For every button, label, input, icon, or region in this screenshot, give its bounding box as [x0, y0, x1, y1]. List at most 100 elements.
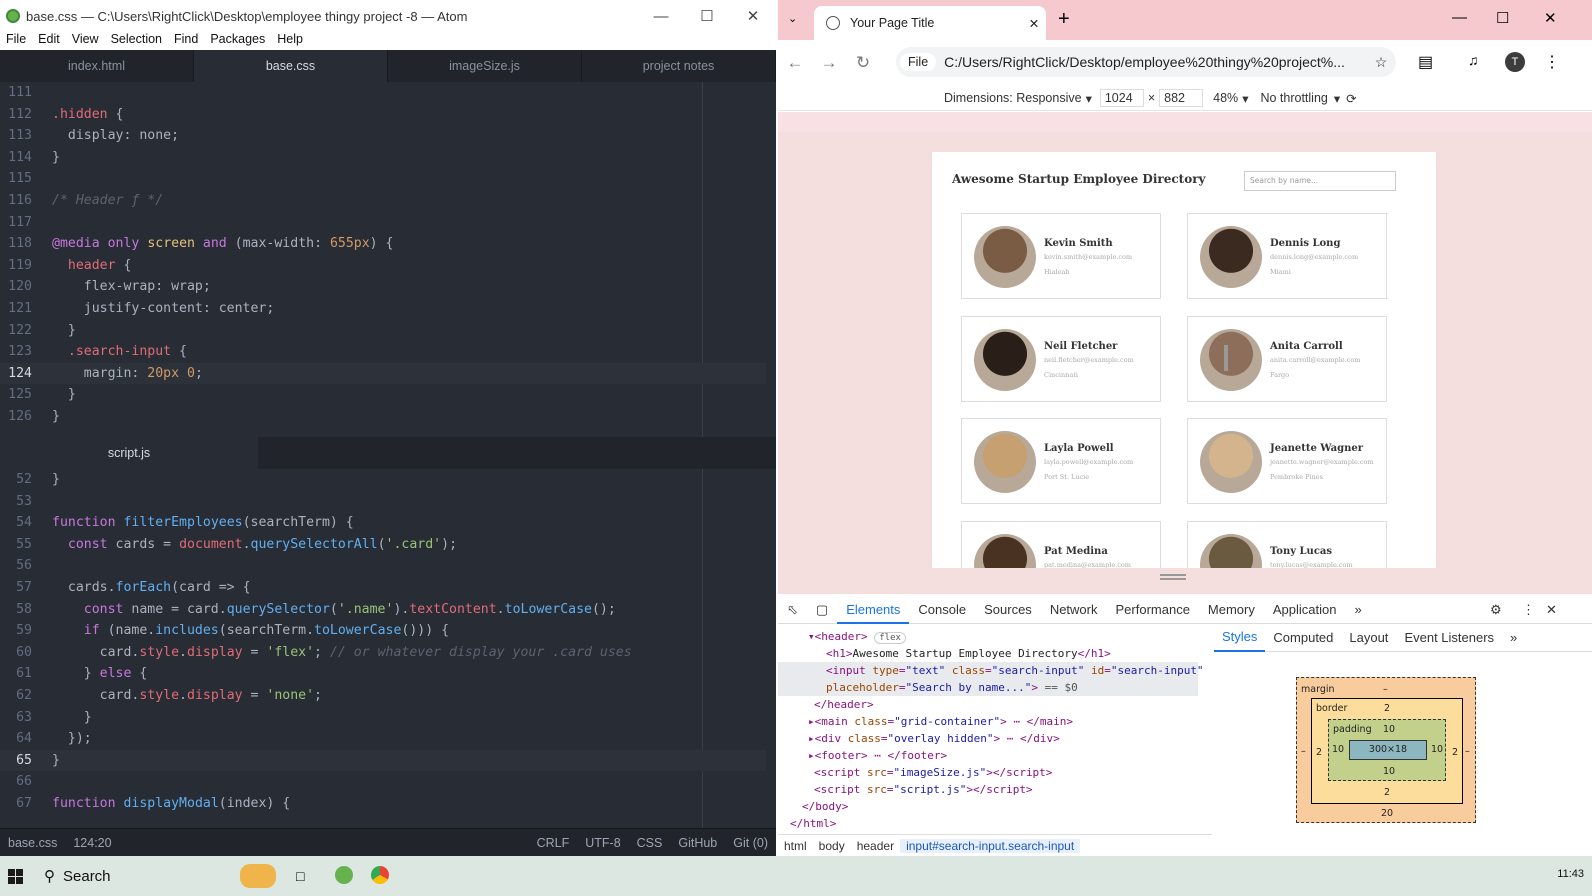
line-number[interactable]: 118	[0, 233, 40, 255]
dom-node-script-1[interactable]: <script src="imageSize.js"></script>	[814, 764, 1052, 781]
maximize-icon[interactable]: ☐	[1496, 9, 1509, 27]
more-tabs-icon[interactable]: »	[1345, 602, 1370, 617]
line-number[interactable]: 56	[0, 555, 40, 577]
status-grammar[interactable]: CSS	[629, 836, 671, 850]
code-line[interactable]: .hidden {	[52, 104, 123, 126]
employee-card[interactable]: Dennis Long dennis.long@example.com Miami	[1187, 213, 1387, 299]
status-file[interactable]: base.css	[0, 836, 65, 850]
code-line[interactable]: }	[52, 320, 76, 342]
border-bottom-value[interactable]: 2	[1384, 787, 1390, 798]
dom-node-main[interactable]: ▸<main class="grid-container"> ⋯ </main>	[808, 713, 1073, 730]
code-line[interactable]: @media only screen and (max-width: 655px…	[52, 233, 393, 255]
media-icon[interactable]: ♫	[1468, 52, 1479, 68]
code-line[interactable]: const cards = document.querySelectorAll(…	[52, 534, 457, 556]
url-text[interactable]: C:/Users/RightClick/Desktop/employee%20t…	[944, 54, 1366, 70]
tab-memory[interactable]: Memory	[1199, 602, 1264, 617]
tab-computed[interactable]: Computed	[1265, 630, 1341, 645]
viewport-resize-handle[interactable]	[1224, 345, 1228, 371]
crumb-header[interactable]: header	[851, 839, 900, 853]
padding-bottom-value[interactable]: 10	[1383, 766, 1395, 777]
margin-bottom-value[interactable]: 20	[1381, 808, 1393, 819]
crumb-input[interactable]: input#search-input.search-input	[900, 838, 1081, 853]
dom-node-h1[interactable]: <h1>Awesome Startup Employee Directory</…	[826, 645, 1111, 662]
tab-search-icon[interactable]: ⌄	[788, 12, 797, 25]
tab-event-listeners[interactable]: Event Listeners	[1396, 630, 1502, 645]
dom-node-overlay[interactable]: ▸<div class="overlay hidden"> ⋯ </div>	[808, 730, 1060, 747]
dom-node-header-close[interactable]: </header>	[814, 696, 874, 713]
line-number[interactable]: 119	[0, 255, 40, 277]
border-right-value[interactable]: 2	[1452, 747, 1458, 758]
code-line[interactable]: .search-input {	[52, 341, 187, 363]
line-number[interactable]: 67	[0, 793, 40, 815]
line-number[interactable]: 125	[0, 384, 40, 406]
url-chip[interactable]: File	[900, 53, 937, 71]
padding-left-value[interactable]: 10	[1332, 744, 1344, 755]
dom-node-script-2[interactable]: <script src="script.js"></script>	[814, 781, 1033, 798]
page-search-input[interactable]: Search by name...	[1244, 171, 1396, 191]
tab-close-icon[interactable]: ✕	[1022, 16, 1046, 31]
windows-start-icon[interactable]	[0, 856, 30, 896]
task-view-icon[interactable]: □	[296, 868, 304, 884]
height-input[interactable]: 882	[1159, 89, 1204, 107]
employee-card[interactable]: Anita Carroll anita.carroll@example.com Fa…	[1187, 315, 1387, 402]
status-cursor[interactable]: 124:20	[65, 836, 119, 850]
js-editor-pane[interactable]: 52} 53 54 function filterEmployees(searchTe…	[0, 469, 776, 828]
line-number[interactable]: 53	[0, 491, 40, 513]
margin-top-value[interactable]: –	[1383, 684, 1388, 695]
more-side-tabs-icon[interactable]: »	[1502, 630, 1525, 645]
employee-card[interactable]: Jeanette Wagner jeanette.wagner@example.c…	[1187, 418, 1387, 504]
padding-top-value[interactable]: 10	[1383, 724, 1395, 735]
crumb-html[interactable]: html	[778, 839, 813, 853]
employee-card[interactable]: Layla Powell layla.powell@example.com Port…	[961, 418, 1161, 504]
media-query-ruler[interactable]	[778, 112, 1592, 132]
devtools-close-icon[interactable]: ✕	[1546, 602, 1557, 618]
padding-right-value[interactable]: 10	[1431, 744, 1443, 755]
tab-elements[interactable]: Elements	[837, 596, 910, 624]
content-box[interactable]: 300×18	[1349, 740, 1427, 760]
tab-application[interactable]: Application	[1264, 602, 1346, 617]
zoom-select[interactable]: 48%	[1213, 91, 1238, 105]
dom-node-html-close[interactable]: </html>	[790, 815, 836, 830]
line-number[interactable]: 124	[0, 363, 40, 385]
code-line[interactable]: const name = card.querySelector('.name')…	[52, 599, 616, 621]
line-number[interactable]: 63	[0, 707, 40, 729]
bookmark-star-icon[interactable]: ☆	[1366, 54, 1396, 71]
throttle-select[interactable]: No throttling	[1260, 91, 1327, 105]
line-number[interactable]: 65	[0, 750, 40, 772]
crumb-body[interactable]: body	[813, 839, 851, 853]
line-number[interactable]: 111	[0, 82, 40, 104]
close-icon[interactable]: ✕	[730, 7, 776, 25]
employee-card[interactable]: Kevin Smith kevin.smith@example.com Hialea…	[961, 213, 1161, 299]
line-number[interactable]: 57	[0, 577, 40, 599]
profile-avatar[interactable]: T	[1505, 52, 1525, 72]
status-github[interactable]: GitHub	[670, 836, 725, 850]
minimize-icon[interactable]: —	[1452, 9, 1467, 26]
code-line[interactable]: margin: 20px 0;	[52, 363, 203, 385]
tab-network[interactable]: Network	[1041, 602, 1107, 617]
code-line[interactable]: card.style.display = 'flex'; // or whate…	[52, 642, 632, 664]
line-number[interactable]: 120	[0, 276, 40, 298]
settings-gear-icon[interactable]: ⚙	[1490, 602, 1502, 618]
line-number[interactable]: 123	[0, 341, 40, 363]
code-line[interactable]: cards.forEach(card => {	[52, 577, 251, 599]
tab-project-notes[interactable]: project notes	[582, 50, 776, 82]
menu-view[interactable]: View	[66, 32, 105, 50]
device-toggle-icon[interactable]: ▢	[807, 602, 837, 618]
bottom-resize-handle[interactable]	[1160, 574, 1186, 580]
line-number[interactable]: 54	[0, 512, 40, 534]
css-editor-pane[interactable]: 111 112 .hidden {113 display: none; 114} 115…	[0, 82, 776, 437]
tab-styles[interactable]: Styles	[1214, 624, 1266, 652]
line-number[interactable]: 115	[0, 168, 40, 190]
dom-node-input-cont[interactable]: placeholder="Search by name..."> == $0	[778, 679, 1198, 696]
employee-card[interactable]: Neil Fletcher neil.fletcher@example.com Ci…	[961, 315, 1161, 402]
tab-imagesize-js[interactable]: imageSize.js	[388, 50, 582, 82]
address-bar[interactable]: File C:/Users/RightClick/Desktop/employe…	[896, 47, 1396, 77]
rotate-icon[interactable]: ⟳	[1346, 91, 1356, 106]
tab-index-html[interactable]: index.html	[0, 50, 194, 82]
line-number[interactable]: 61	[0, 663, 40, 685]
tab-performance[interactable]: Performance	[1107, 602, 1199, 617]
close-icon[interactable]: ✕	[1544, 9, 1557, 27]
code-line[interactable]: if (name.includes(searchTerm.toLowerCase…	[52, 620, 449, 642]
code-line[interactable]: justify-content: center;	[52, 298, 275, 320]
line-number[interactable]: 116	[0, 190, 40, 212]
